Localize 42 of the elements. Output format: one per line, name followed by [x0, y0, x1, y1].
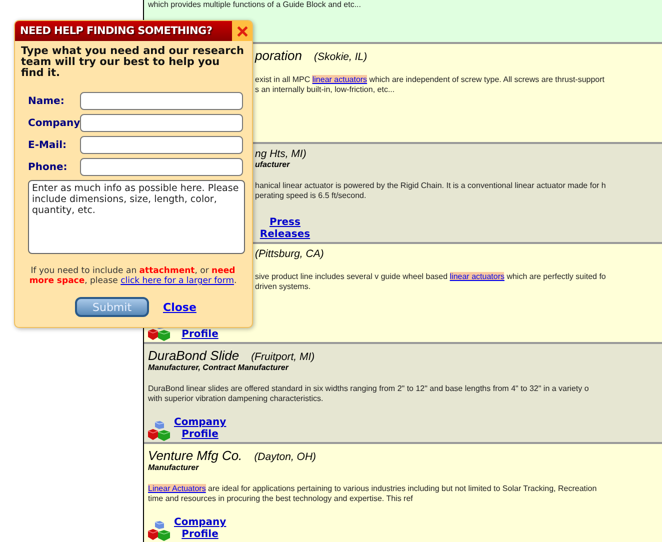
- company-description: exist in all MPC linear actuators which are independent of screw type. All screws are thrust-support s an internally built-in, low-friction, etc...: [255, 75, 606, 95]
- input-field[interactable]: [80, 92, 243, 110]
- close-button[interactable]: [232, 21, 252, 41]
- larger-form-link[interactable]: click here for a larger form: [120, 276, 234, 286]
- company-location: (Skokie, IL): [314, 51, 368, 63]
- company-location: ng Hts, MI): [255, 148, 306, 160]
- company-location: (Pittsburg, CA): [255, 248, 324, 260]
- profile-link[interactable]: Company Profile: [174, 417, 226, 441]
- company-location: (Dayton, OH): [254, 451, 316, 463]
- field-label: Phone:: [28, 162, 68, 172]
- input-field[interactable]: [80, 158, 243, 176]
- cubes-icon: [148, 421, 170, 441]
- popup-intro: Type what you need and our research team will try our best to help you find it.: [21, 46, 245, 79]
- profile-link[interactable]: Profile: [174, 329, 226, 341]
- company-category: Manufacturer, Contract Manufacturer: [148, 363, 290, 372]
- field-label: Company: [28, 118, 80, 128]
- close-icon: [236, 26, 248, 36]
- message-field[interactable]: Enter as much info as possible here. Please include dimensions, size, length, color, quantity, etc.: [28, 180, 245, 254]
- keyword-link[interactable]: linear actuators: [312, 75, 368, 84]
- company-description: DuraBond linear slides are offered standard in six widths ranging from 2" to 12" and base lengths from 4" to 32" in a variety o with superior vibration dampening characteristics.: [148, 384, 590, 404]
- company-description: Linear Actuators are ideal for applications pertaining to various industries including but not limited to Solar Tracking, Recreation time and resources in procuring the best technology and expertise. This ref: [148, 484, 598, 504]
- company-category: ufacturer: [255, 160, 291, 169]
- field-label: E-Mail:: [28, 140, 68, 150]
- company-description: which provides multiple functions of a Guide Block and etc...: [148, 0, 362, 10]
- company-name: poration: [255, 48, 302, 63]
- cubes-icon: [148, 521, 170, 541]
- profile-link[interactable]: Company Profile: [174, 517, 226, 541]
- company-name: Venture Mfg Co.: [148, 448, 242, 463]
- popup-title: NEED HELP FINDING SOMETHING?: [15, 21, 232, 41]
- close-link[interactable]: Close: [163, 300, 196, 314]
- company-description: hanical linear actuator is powered by the Rigid Chain. It is a conventional linear actuator made for h perating speed is 6.5 ft/second.: [255, 181, 607, 201]
- company-category: Manufacturer: [148, 463, 200, 472]
- input-field[interactable]: [80, 114, 243, 132]
- input-field[interactable]: [80, 136, 243, 154]
- attachment-note: If you need to include an attachment, or need more space, please click here for a larger form.: [28, 266, 238, 286]
- company-name: DuraBond Slide: [148, 348, 240, 363]
- keyword-link[interactable]: linear actuators: [450, 272, 504, 281]
- keyword-link[interactable]: Linear Actuators: [148, 484, 206, 493]
- field-label: Name:: [28, 96, 66, 106]
- profile-link[interactable]: Press Releases: [259, 217, 311, 241]
- company-location: (Fruitport, MI): [251, 351, 315, 363]
- company-description: sive product line includes several v guide wheel based linear actuators which are perfectly suited fo driven systems.: [255, 272, 607, 292]
